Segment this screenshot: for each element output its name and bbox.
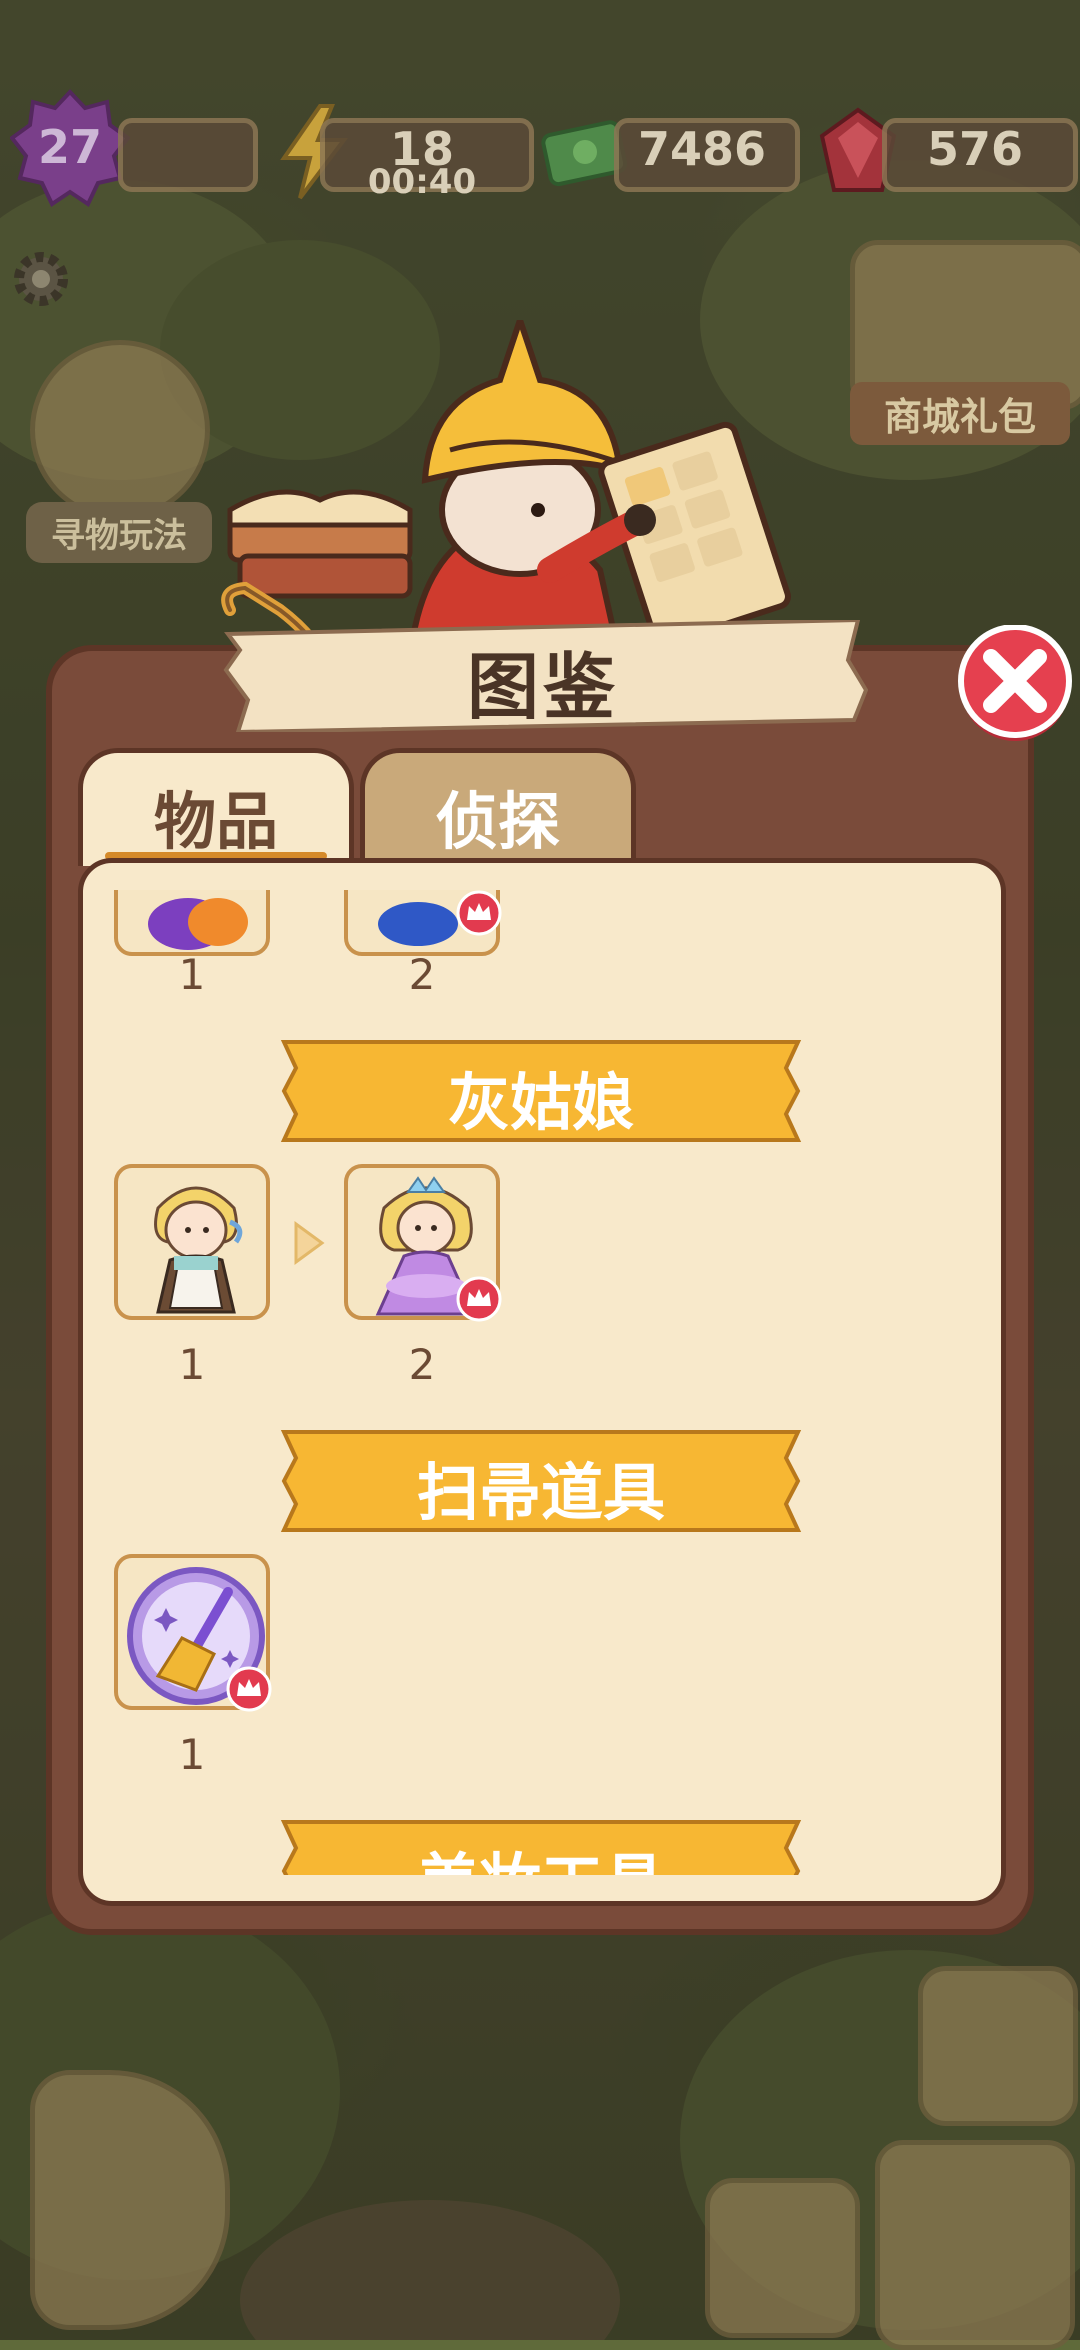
crown-badge-icon [456, 1276, 502, 1322]
item-count: 2 [408, 950, 436, 999]
item-count: 2 [408, 1340, 436, 1389]
item-card-cinderella-1[interactable] [114, 1164, 270, 1320]
tab-items-label: 物品 [153, 785, 278, 858]
collection-scroll-area[interactable]: 1 2 灰姑娘 1 2 扫帚道具 1 [78, 890, 1006, 1875]
shop-pack-label: 商城礼包 [850, 382, 1070, 445]
album-button[interactable] [875, 2140, 1075, 2350]
cash-value: 7486 [637, 122, 767, 176]
item-count: 1 [178, 950, 206, 999]
xp-bar [118, 118, 258, 192]
tab-detective-label: 侦探 [435, 785, 560, 858]
item-count: 1 [178, 1730, 206, 1779]
energy-timer: 00:40 [367, 162, 477, 202]
upgrade-arrow-icon [294, 1221, 325, 1265]
settings-gear-icon[interactable] [6, 244, 76, 314]
dialog-title: 图鉴 [466, 645, 619, 729]
section-title: 灰姑娘 [447, 1066, 634, 1139]
item-count: 1 [178, 1340, 206, 1389]
balloon-button[interactable] [705, 2178, 860, 2338]
find-item-label: 寻物玩法 [26, 502, 212, 563]
find-item-mode-button[interactable] [30, 340, 210, 520]
close-button[interactable] [953, 625, 1077, 743]
section-title: 扫帚道具 [416, 1456, 665, 1529]
gem-value: 576 [926, 122, 1024, 176]
task-list-button[interactable] [918, 1966, 1078, 2126]
crown-badge-icon [226, 1666, 272, 1712]
tab-detective[interactable]: 侦探 [360, 748, 636, 866]
section-title: 美妆工具 [280, 1832, 802, 1875]
tab-items[interactable]: 物品 [78, 748, 354, 866]
crown-badge-icon [456, 890, 502, 936]
level-value: 27 [37, 120, 102, 174]
cinderella-maid-icon [154, 1186, 243, 1314]
gem-item-icon [148, 898, 248, 950]
item-card-partial-1[interactable] [114, 890, 270, 956]
